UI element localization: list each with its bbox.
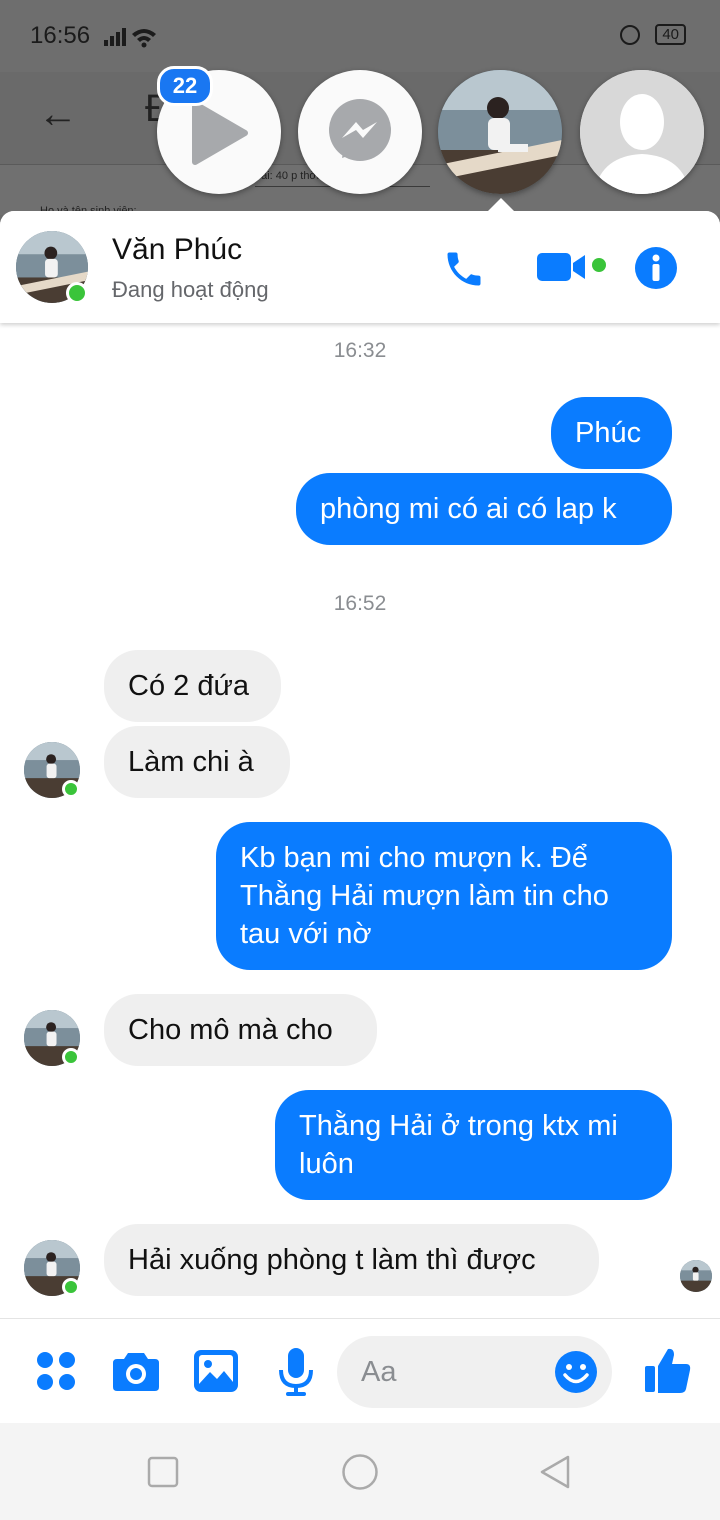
- message-text: Thằng Hải mượn làm tin cho: [240, 880, 609, 912]
- chat-head-van-phuc[interactable]: [438, 70, 562, 194]
- message-text: phòng mi có ai có lap k: [320, 493, 617, 525]
- messenger-icon: [329, 99, 391, 161]
- incoming-message[interactable]: Cho mô mà cho: [104, 994, 377, 1066]
- message-composer: Aa: [0, 1318, 720, 1423]
- timestamp: 16:32: [333, 339, 387, 362]
- rotation-lock-icon: [620, 25, 640, 45]
- default-avatar-icon: [580, 70, 704, 194]
- profile-photo: [680, 1260, 712, 1292]
- message-text: Thằng Hải ở trong ktx mi: [299, 1110, 618, 1142]
- outgoing-message[interactable]: Kb bạn mi cho mượn k. Để Thằng Hải mượn …: [216, 822, 672, 970]
- like-icon[interactable]: [645, 1346, 691, 1394]
- message-text: tau với nờ: [240, 918, 372, 950]
- gallery-icon[interactable]: [194, 1350, 238, 1392]
- emoji-icon[interactable]: [554, 1350, 598, 1394]
- recent-apps-icon[interactable]: [147, 1456, 179, 1488]
- message-text: Cho mô mà cho: [128, 1014, 333, 1046]
- outgoing-message[interactable]: Thằng Hải ở trong ktx mi luôn: [275, 1090, 672, 1200]
- microphone-icon[interactable]: [278, 1348, 314, 1396]
- read-receipt-avatar: [680, 1260, 712, 1292]
- background-back-arrow-icon: ←: [38, 92, 78, 136]
- battery-icon: 40: [655, 24, 686, 45]
- profile-photo: [438, 70, 562, 194]
- home-icon[interactable]: [341, 1453, 379, 1491]
- contact-name[interactable]: Văn Phúc: [112, 233, 242, 267]
- camera-icon[interactable]: [113, 1350, 159, 1392]
- chat-panel: Văn Phúc Đang hoạt động 16:32 Phúc phòng…: [0, 211, 720, 1423]
- chat-head-unknown-contact[interactable]: [580, 70, 704, 194]
- online-indicator: [66, 282, 88, 304]
- status-time: 16:56: [30, 22, 91, 49]
- message-input-placeholder: Aa: [361, 1356, 397, 1388]
- online-indicator: [62, 1278, 80, 1296]
- outgoing-message[interactable]: phòng mi có ai có lap k: [296, 473, 672, 545]
- outgoing-message[interactable]: Phúc: [551, 397, 672, 469]
- online-indicator: [62, 1048, 80, 1066]
- message-text: Làm chi à: [128, 746, 254, 778]
- apps-icon[interactable]: [36, 1351, 76, 1391]
- message-text: Phúc: [575, 417, 642, 449]
- back-icon[interactable]: [538, 1454, 572, 1490]
- notification-badge: 22: [157, 66, 213, 106]
- contact-status: Đang hoạt động: [112, 277, 269, 302]
- signal-wifi-icon: [104, 28, 156, 48]
- message-input[interactable]: Aa: [337, 1336, 612, 1408]
- message-text: Hải xuống phòng t làm thì được: [128, 1244, 536, 1276]
- incoming-message[interactable]: Làm chi à: [104, 726, 290, 798]
- chat-head-pointer: [487, 198, 515, 212]
- video-camera-icon[interactable]: [537, 249, 593, 285]
- system-navigation-bar: [0, 1423, 720, 1520]
- chat-header: Văn Phúc Đang hoạt động: [0, 211, 720, 323]
- incoming-message[interactable]: Có 2 đứa: [104, 650, 281, 722]
- status-bar: 16:56 40: [0, 0, 720, 72]
- info-icon[interactable]: [634, 246, 678, 290]
- message-text: Có 2 đứa: [128, 670, 249, 702]
- online-indicator: [62, 780, 80, 798]
- incoming-message[interactable]: Hải xuống phòng t làm thì được: [104, 1224, 599, 1296]
- video-available-indicator: [592, 258, 606, 272]
- chat-head-messenger[interactable]: [298, 70, 422, 194]
- timestamp: 16:52: [333, 592, 387, 615]
- phone-icon[interactable]: [442, 247, 486, 291]
- message-text: Kb bạn mi cho mượn k. Để: [240, 842, 588, 874]
- message-text: luôn: [299, 1148, 354, 1180]
